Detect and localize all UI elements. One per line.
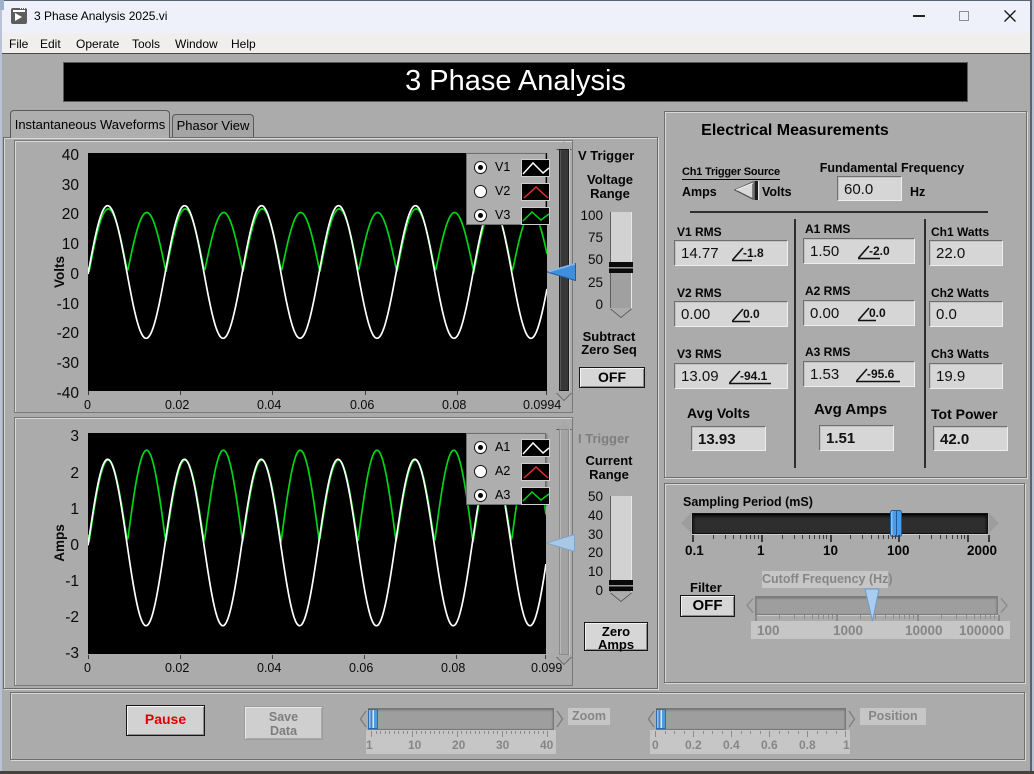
svg-text:-1.8: -1.8 (743, 246, 764, 260)
svg-text:-94.1: -94.1 (740, 369, 768, 383)
svg-text:-2.0: -2.0 (869, 244, 890, 258)
svg-text:0.0: 0.0 (743, 307, 760, 321)
svg-text:0.0: 0.0 (869, 306, 886, 320)
svg-text:-95.6: -95.6 (867, 367, 895, 381)
